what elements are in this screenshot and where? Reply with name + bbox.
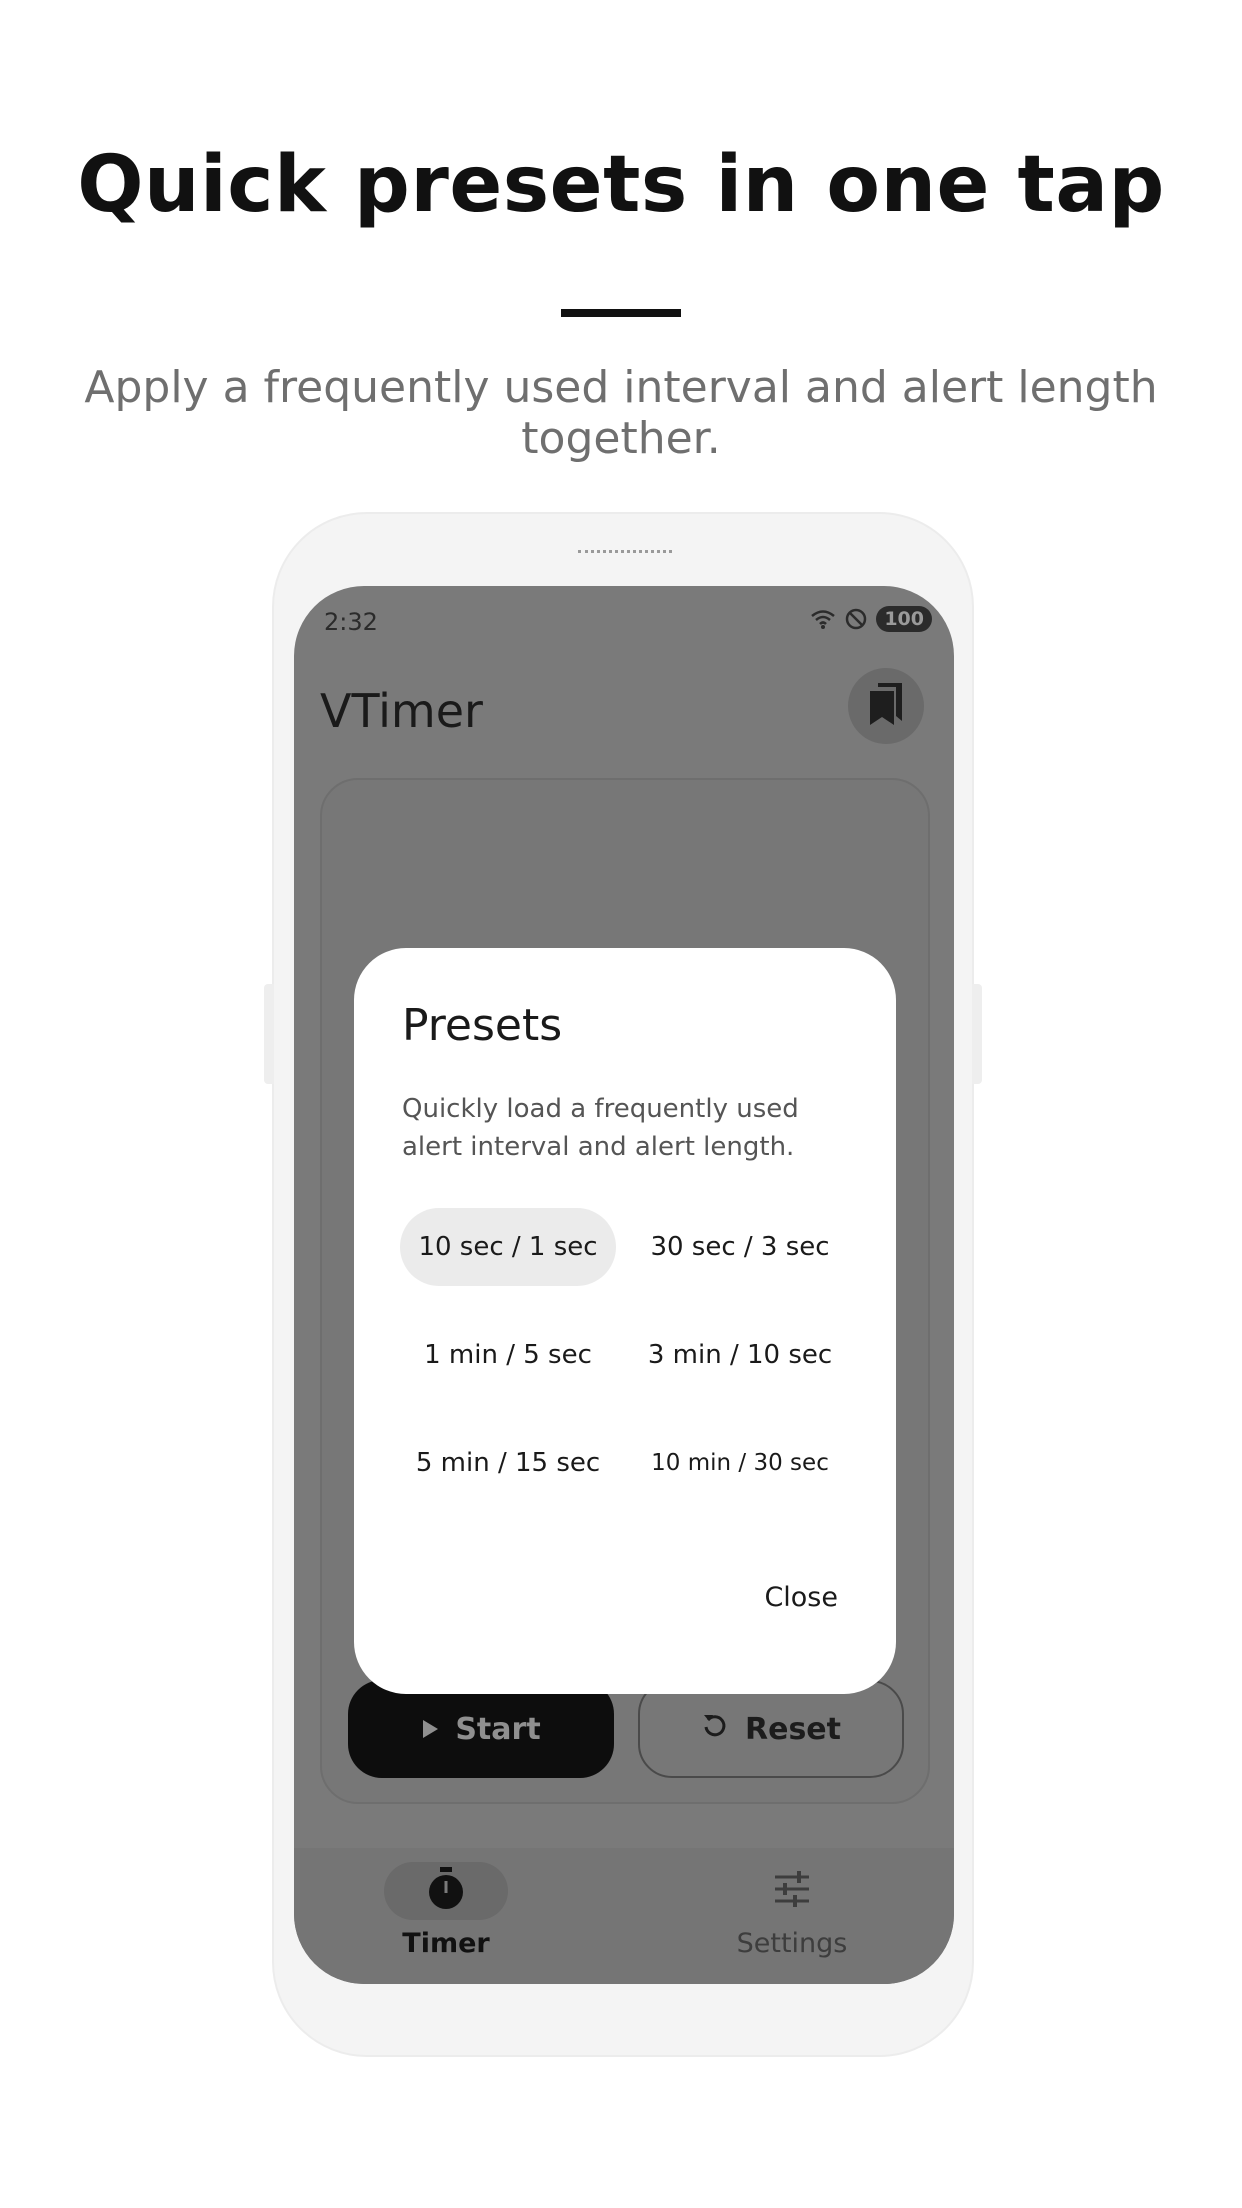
do-not-disturb-icon (844, 607, 868, 631)
preset-3min-10sec[interactable]: 3 min / 10 sec (632, 1316, 848, 1394)
headline: Quick presets in one tap (77, 140, 1165, 230)
close-button[interactable]: Close (764, 1582, 838, 1613)
nav-label-timer: Timer (402, 1928, 490, 1959)
bookmarks-icon (868, 683, 904, 729)
reset-label: Reset (745, 1711, 841, 1747)
presets-button[interactable] (848, 668, 924, 744)
nav-settings-icon-wrap (730, 1862, 854, 1920)
sliders-icon (773, 1871, 811, 1911)
play-icon (421, 1712, 439, 1747)
speaker-grille (578, 550, 672, 557)
reset-button[interactable]: Reset (638, 1680, 904, 1778)
stopwatch-icon (426, 1867, 466, 1915)
status-icons: 100 (810, 606, 932, 632)
start-label: Start (455, 1711, 541, 1747)
nav-label-settings: Settings (736, 1928, 848, 1959)
reset-icon (701, 1711, 729, 1747)
status-time: 2:32 (324, 608, 378, 636)
preset-5min-15sec[interactable]: 5 min / 15 sec (400, 1424, 616, 1502)
side-button-left (264, 984, 274, 1084)
battery-badge: 100 (876, 606, 932, 632)
nav-active-indicator (384, 1862, 508, 1920)
preset-10min-30sec[interactable]: 10 min / 30 sec (632, 1424, 848, 1502)
presets-dialog: Presets Quickly load a frequently used a… (354, 948, 896, 1694)
preset-1min-5sec[interactable]: 1 min / 5 sec (400, 1316, 616, 1394)
preset-10sec-1sec[interactable]: 10 sec / 1 sec (400, 1208, 616, 1286)
bottom-nav: Timer Settings (294, 1848, 954, 1984)
start-button[interactable]: Start (348, 1680, 614, 1778)
dialog-title: Presets (402, 1000, 563, 1051)
wifi-icon (810, 608, 836, 630)
nav-item-timer[interactable]: Timer (346, 1862, 546, 1959)
side-button-right (972, 984, 982, 1084)
headline-divider (561, 309, 681, 317)
app-title: VTimer (320, 684, 483, 738)
dialog-description: Quickly load a frequently used alert int… (402, 1094, 799, 1162)
subheadline: Apply a frequently used interval and ale… (84, 362, 1158, 464)
nav-item-settings[interactable]: Settings (692, 1862, 892, 1959)
preset-30sec-3sec[interactable]: 30 sec / 3 sec (632, 1208, 848, 1286)
